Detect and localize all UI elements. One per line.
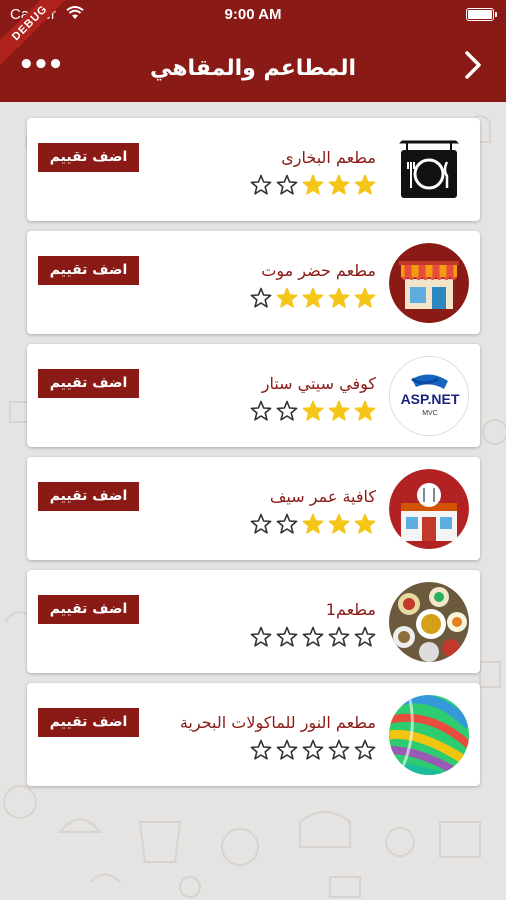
add-rating-button[interactable]: اضف تقييم [38, 482, 139, 511]
avatar-logo-subtext: MVC [422, 410, 438, 417]
add-rating-button[interactable]: اضف تقييم [38, 369, 139, 398]
add-rating-button[interactable]: اضف تقييم [38, 256, 139, 285]
add-rating-button[interactable]: اضف تقييم [38, 143, 139, 172]
star-empty-icon[interactable] [276, 513, 298, 535]
star-empty-icon[interactable] [328, 626, 350, 648]
star-filled-icon[interactable] [354, 400, 376, 422]
battery-icon [466, 8, 497, 21]
restaurant-card[interactable]: اضف تقييم مطعم حضر موت [27, 231, 480, 334]
restaurant-building-icon [389, 469, 469, 549]
star-empty-icon[interactable] [276, 626, 298, 648]
star-empty-icon[interactable] [250, 287, 272, 309]
star-empty-icon[interactable] [250, 174, 272, 196]
star-filled-icon[interactable] [302, 174, 324, 196]
status-bar: Carrier 9:00 AM [0, 0, 506, 30]
star-empty-icon[interactable] [276, 174, 298, 196]
restaurant-card[interactable]: اضف تقييم مطعم البخارى [27, 118, 480, 221]
restaurant-avatar [389, 130, 469, 210]
star-empty-icon[interactable] [250, 513, 272, 535]
rating-stars[interactable] [250, 739, 376, 761]
star-filled-icon[interactable] [328, 400, 350, 422]
star-empty-icon[interactable] [250, 400, 272, 422]
star-filled-icon[interactable] [354, 513, 376, 535]
rating-stars[interactable] [250, 174, 376, 196]
star-empty-icon[interactable] [354, 739, 376, 761]
page-title: المطاعم والمقاهي [149, 56, 356, 81]
restaurant-avatar: ASP.NET MVC [389, 356, 469, 436]
restaurant-avatar [389, 582, 469, 662]
chevron-right-icon[interactable] [458, 48, 486, 82]
add-rating-button[interactable]: اضف تقييم [38, 595, 139, 624]
restaurant-card[interactable]: اضف تقييم كافية عمر سيف [27, 457, 480, 560]
star-empty-icon[interactable] [276, 739, 298, 761]
rating-stars[interactable] [250, 400, 376, 422]
rating-stars[interactable] [250, 626, 376, 648]
restaurant-name: مطعم1 [325, 600, 376, 619]
restaurant-avatar [389, 469, 469, 549]
restaurant-name: مطعم النور للماكولات البحرية [179, 713, 376, 732]
star-filled-icon[interactable] [354, 174, 376, 196]
star-empty-icon[interactable] [328, 739, 350, 761]
food-dishes-image [389, 582, 469, 662]
avatar-logo-text: ASP.NET [401, 391, 460, 407]
add-rating-button[interactable]: اضف تقييم [38, 708, 139, 737]
restaurant-name: مطعم البخارى [281, 148, 376, 167]
rating-stars[interactable] [250, 287, 376, 309]
restaurant-card[interactable]: اضف تقييم مطعم النور للماكولات البحرية [27, 683, 480, 786]
star-filled-icon[interactable] [328, 287, 350, 309]
restaurant-list: اضف تقييم مطعم البخارى اضف تقييم مطعم حض… [27, 118, 480, 796]
star-filled-icon[interactable] [276, 287, 298, 309]
star-empty-icon[interactable] [250, 626, 272, 648]
restaurant-card[interactable]: اضف تقييم كوفي سيتي ستار ASP.NET MVC [27, 344, 480, 447]
storefront-icon [389, 243, 469, 323]
asp-net-logo-icon: ASP.NET MVC [390, 357, 468, 435]
star-filled-icon[interactable] [302, 513, 324, 535]
star-empty-icon[interactable] [354, 626, 376, 648]
star-filled-icon[interactable] [302, 400, 324, 422]
star-empty-icon[interactable] [250, 739, 272, 761]
rating-stars[interactable] [250, 513, 376, 535]
restaurant-name: مطعم حضر موت [261, 261, 376, 280]
star-filled-icon[interactable] [328, 174, 350, 196]
restaurant-card[interactable]: اضف تقييم مطعم1 [27, 570, 480, 673]
restaurant-name: كافية عمر سيف [269, 487, 376, 506]
star-empty-icon[interactable] [276, 400, 298, 422]
star-filled-icon[interactable] [354, 287, 376, 309]
status-time: 9:00 AM [224, 6, 282, 23]
star-empty-icon[interactable] [302, 739, 324, 761]
star-filled-icon[interactable] [328, 513, 350, 535]
colorful-abstract-image [389, 695, 469, 775]
star-empty-icon[interactable] [302, 626, 324, 648]
restaurant-avatar [389, 243, 469, 323]
plate-fork-knife-icon [389, 130, 469, 210]
app-bar: Carrier 9:00 AM DEBUG ••• المطاعم والمقا… [0, 0, 506, 102]
restaurant-name: كوفي سيتي ستار [261, 374, 376, 393]
restaurant-avatar [389, 695, 469, 775]
star-filled-icon[interactable] [302, 287, 324, 309]
